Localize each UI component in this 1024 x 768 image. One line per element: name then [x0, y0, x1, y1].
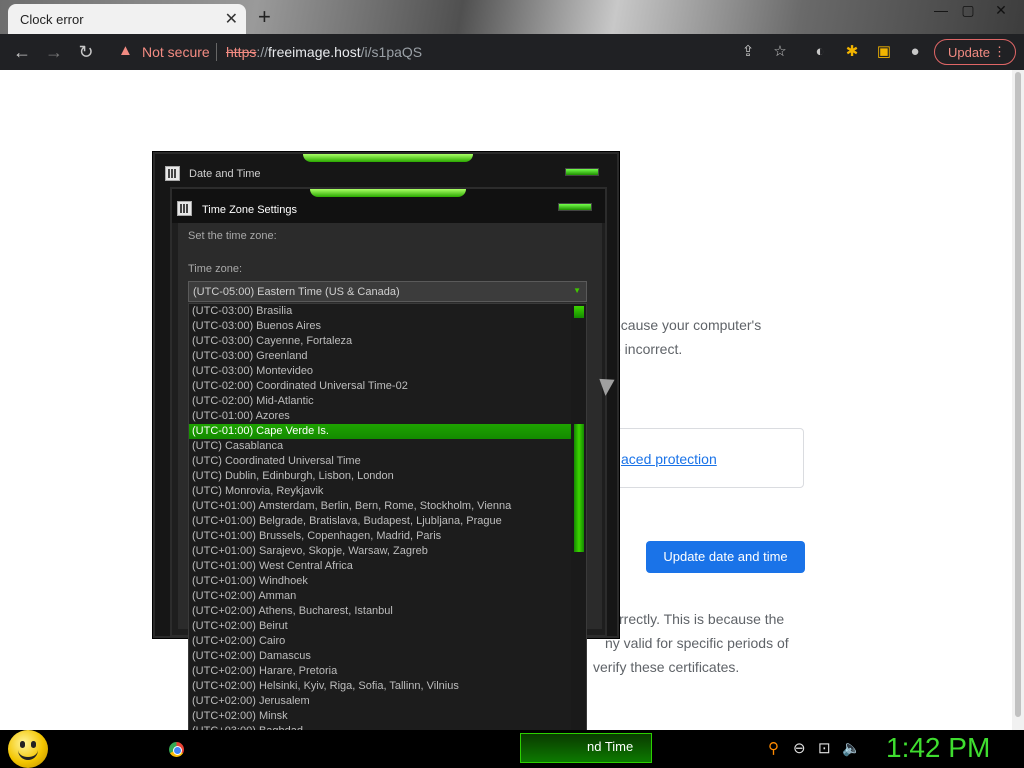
forward-icon[interactable]: →	[42, 41, 66, 63]
dialog-title: Time Zone Settings	[202, 204, 297, 216]
extension-profile-icon[interactable]: ◐	[810, 43, 830, 61]
time-zone-option[interactable]: (UTC+01:00) West Central Africa	[189, 559, 571, 574]
dropdown-list: (UTC-03:00) Brasilia (UTC-03:00) Buenos A…	[189, 304, 571, 754]
time-zone-select[interactable]: (UTC-05:00) Eastern Time (US & Canada) ▼	[188, 281, 587, 302]
time-zone-option[interactable]: (UTC+02:00) Athens, Bucharest, Istanbul	[189, 604, 571, 619]
time-zone-option[interactable]: (UTC+02:00) Damascus	[189, 649, 571, 664]
warning-icon[interactable]: ▲	[118, 42, 133, 59]
time-zone-option[interactable]: (UTC) Dublin, Edinburgh, Lisbon, London	[189, 469, 571, 484]
update-date-time-button[interactable]: Update date and time	[646, 541, 805, 573]
page-text: ecause your computer's	[613, 317, 762, 333]
time-zone-option[interactable]: (UTC+01:00) Amsterdam, Berlin, Bern, Rom…	[189, 499, 571, 514]
time-zone-option[interactable]: (UTC) Monrovia, Reykjavik	[189, 484, 571, 499]
not-secure-label[interactable]: Not secure	[142, 44, 210, 60]
separator	[216, 43, 217, 61]
time-zone-option[interactable]: (UTC+01:00) Belgrade, Bratislava, Budape…	[189, 514, 571, 529]
time-zone-label: Time zone:	[188, 263, 243, 275]
dropdown-scrollbar[interactable]	[571, 304, 586, 754]
time-zone-option[interactable]: (UTC+01:00) Brussels, Copenhagen, Madrid…	[189, 529, 571, 544]
tab-strip: Clock error ✕ + — ▢ ✕	[0, 0, 1024, 34]
start-button-smiley-icon[interactable]	[8, 730, 48, 768]
search-icon[interactable]: ⚲	[768, 739, 779, 757]
scroll-up-icon[interactable]	[574, 306, 584, 318]
set-time-zone-label: Set the time zone:	[188, 230, 277, 242]
time-zone-option[interactable]: (UTC+02:00) Jerusalem	[189, 694, 571, 709]
back-icon[interactable]: ←	[10, 41, 34, 63]
scroll-thumb[interactable]	[574, 424, 584, 552]
time-zone-option[interactable]: (UTC-03:00) Montevideo	[189, 364, 571, 379]
time-zone-option[interactable]: (UTC-03:00) Cayenne, Fortaleza	[189, 334, 571, 349]
title-glow	[303, 154, 473, 162]
time-zone-option[interactable]: (UTC-03:00) Brasilia	[189, 304, 571, 319]
minimize-button[interactable]: —	[928, 2, 954, 20]
browser-toolbar: ← → ↻ ▲ Not secure https://freeimage.hos…	[0, 34, 1024, 70]
page-scrollbar[interactable]	[1012, 70, 1024, 730]
time-zone-dropdown[interactable]: (UTC-03:00) Brasilia (UTC-03:00) Buenos A…	[188, 303, 587, 755]
dialog-titlebar: Time Zone Settings	[172, 189, 605, 223]
update-button[interactable]: Update ⋮	[934, 39, 1016, 65]
close-window-button[interactable]: ✕	[988, 2, 1014, 20]
time-zone-option[interactable]: (UTC-01:00) Azores	[189, 409, 571, 424]
page-text: verify these certificates.	[593, 659, 740, 675]
address-bar[interactable]: ▲ Not secure https://freeimage.host/i/s1…	[108, 39, 728, 65]
calendar-icon	[177, 201, 192, 216]
dialog-title: Date and Time	[189, 168, 261, 180]
taskbar-clock[interactable]: 1:42 PM	[886, 732, 990, 764]
side-panel-icon[interactable]: ▣	[874, 43, 894, 61]
page-text: rrectly. This is because the	[619, 611, 785, 627]
browser-tab[interactable]: Clock error ✕	[8, 4, 246, 34]
time-zone-option[interactable]: (UTC) Coordinated Universal Time	[189, 454, 571, 469]
taskbar-button-label: nd Time	[587, 739, 634, 754]
share-icon[interactable]: ⇪	[738, 43, 758, 61]
time-zone-option[interactable]: (UTC+02:00) Amman	[189, 589, 571, 604]
taskbar: nd Time ⚲ ⊖ ⊡ 🔈 1:42 PM	[0, 730, 1024, 768]
page-text: e incorrect.	[613, 341, 683, 357]
reload-icon[interactable]: ↻	[74, 41, 98, 63]
title-glow	[310, 189, 466, 197]
chrome-taskbar-icon[interactable]	[166, 733, 186, 765]
time-zone-option[interactable]: (UTC) Casablanca	[189, 439, 571, 454]
time-zone-option[interactable]: (UTC+02:00) Harare, Pretoria	[189, 664, 571, 679]
time-zone-option[interactable]: (UTC+01:00) Sarajevo, Skopje, Warsaw, Za…	[189, 544, 571, 559]
close-icon[interactable]	[565, 168, 599, 176]
time-zone-option[interactable]: (UTC+02:00) Beirut	[189, 619, 571, 634]
bookmark-star-icon[interactable]: ☆	[770, 43, 790, 61]
calendar-icon	[165, 166, 180, 181]
more-menu-icon[interactable]: ⋮	[993, 44, 1006, 60]
profile-avatar-icon[interactable]: ●	[905, 43, 925, 61]
enhanced-protection-link[interactable]: aced protection	[621, 451, 717, 467]
time-zone-option[interactable]: (UTC-01:00) Cape Verde Is.	[189, 424, 571, 439]
status-icon[interactable]: ⊖	[793, 739, 806, 757]
time-zone-option[interactable]: (UTC-02:00) Coordinated Universal Time-0…	[189, 379, 571, 394]
time-zone-option[interactable]: (UTC-03:00) Greenland	[189, 349, 571, 364]
time-zone-option[interactable]: (UTC+02:00) Cairo	[189, 634, 571, 649]
time-zone-option[interactable]: (UTC-02:00) Mid-Atlantic	[189, 394, 571, 409]
new-tab-icon[interactable]: +	[258, 4, 271, 30]
close-icon[interactable]: ✕	[225, 9, 238, 29]
maximize-button[interactable]: ▢	[955, 2, 981, 20]
volume-icon[interactable]: 🔈	[842, 739, 861, 757]
close-icon[interactable]	[558, 203, 592, 211]
chevron-down-icon[interactable]: ▼	[573, 286, 581, 295]
time-zone-option[interactable]: (UTC-03:00) Buenos Aires	[189, 319, 571, 334]
time-zone-option[interactable]: (UTC+01:00) Windhoek	[189, 574, 571, 589]
time-zone-option[interactable]: (UTC+02:00) Helsinki, Kyiv, Riga, Sofia,…	[189, 679, 571, 694]
extensions-puzzle-icon[interactable]: ✱	[842, 43, 862, 61]
time-zone-option[interactable]: (UTC+02:00) Minsk	[189, 709, 571, 724]
page-text: ny valid for specific periods of	[605, 635, 789, 651]
url-text[interactable]: https://freeimage.host/i/s1paQS	[226, 44, 422, 60]
tab-title: Clock error	[20, 12, 84, 27]
network-icon[interactable]: ⊡	[818, 739, 831, 757]
